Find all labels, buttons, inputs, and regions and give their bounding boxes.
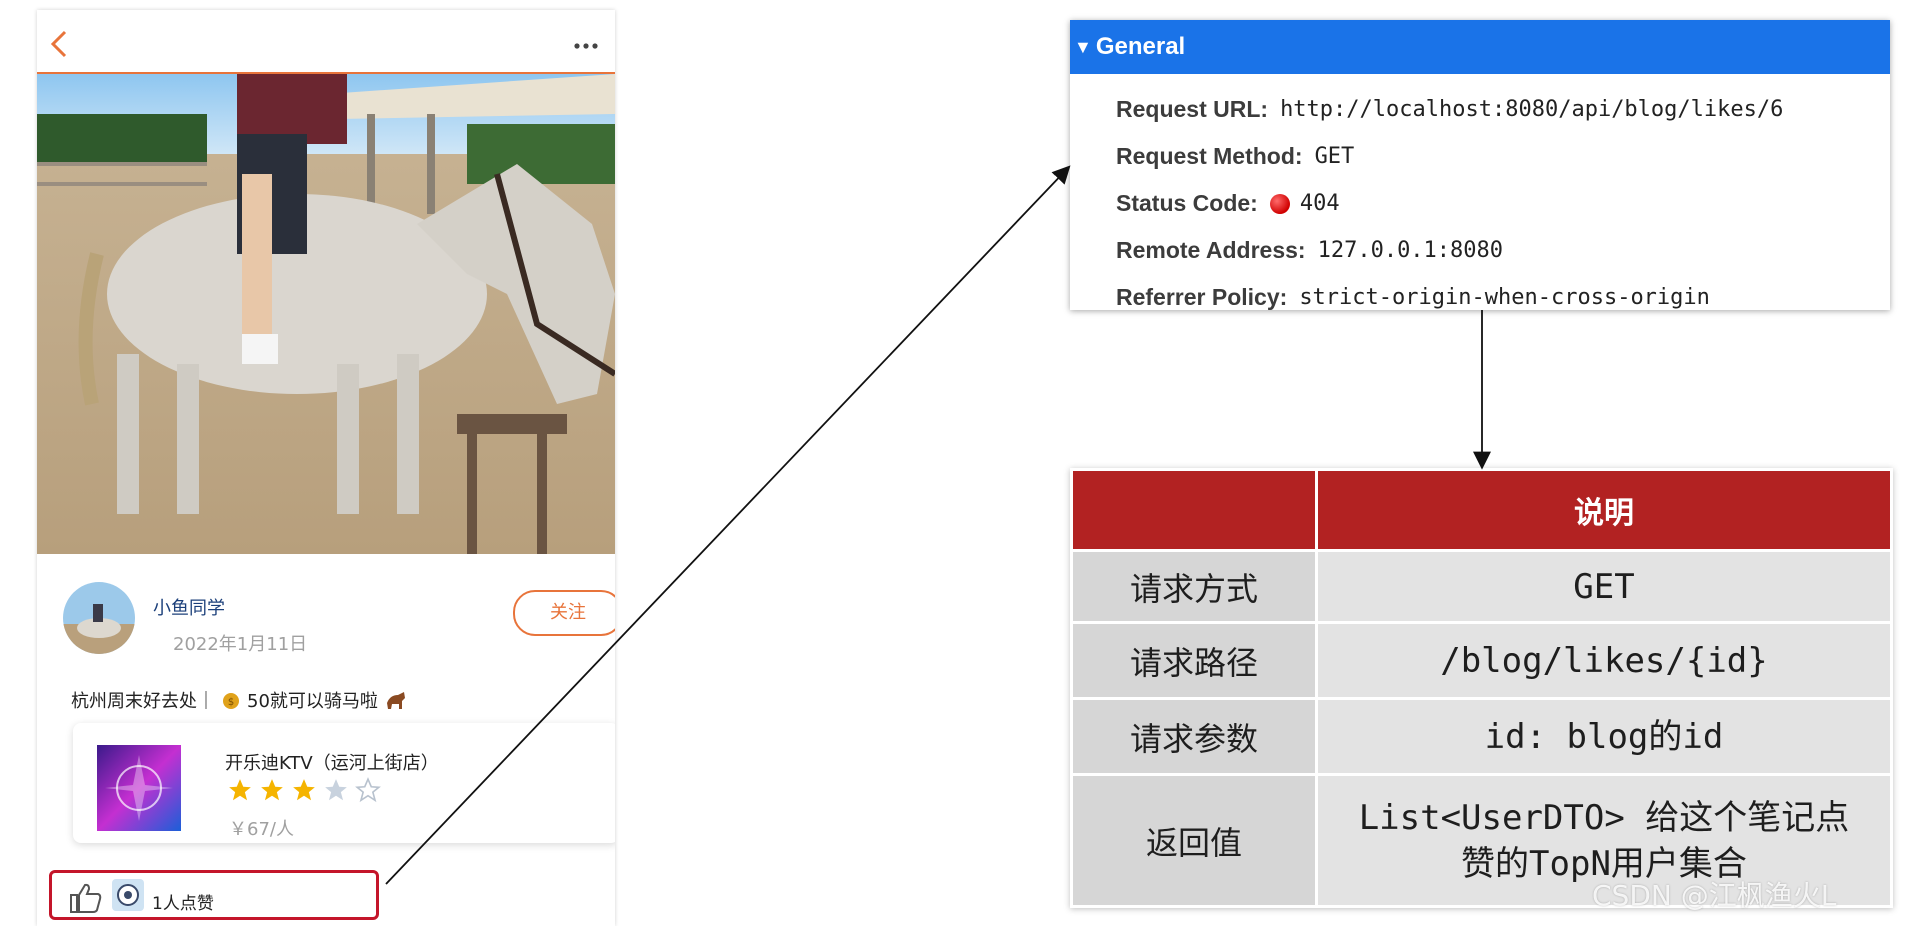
top-nav-bar [37, 10, 615, 74]
star-empty-icon [325, 779, 347, 801]
remote-address-row: Remote Address: 127.0.0.1:8080 [1116, 237, 1503, 264]
row-key: Referrer Policy: [1116, 284, 1288, 310]
liker-avatar[interactable] [112, 879, 144, 911]
table-row: 请求路径 /blog/likes/{id} [1070, 621, 1893, 700]
row-key: Remote Address: [1116, 237, 1306, 263]
table-row: 请求参数 id: blog的id [1070, 697, 1893, 776]
likes-bar: 1人点赞 [49, 870, 379, 920]
shop-price: ￥67/人 [229, 819, 294, 840]
post-text: 杭州周末好去处｜ $ 50就可以骑马啦 [71, 687, 408, 713]
shop-name: 开乐迪KTV（运河上街店） [225, 753, 439, 774]
phone-blog-detail: 小鱼同学 2022年1月11日 关注 杭州周末好去处｜ $ 50就可以骑马啦 开… [37, 10, 615, 926]
star-empty-icon [355, 777, 381, 803]
row-label: 返回值 [1070, 773, 1318, 908]
svg-text:$: $ [228, 697, 234, 708]
general-section-header[interactable]: ▼ General [1070, 20, 1890, 74]
horse-icon [386, 692, 405, 709]
thumbs-up-icon[interactable] [68, 881, 104, 915]
row-value-line: List<UserDTO> 给这个笔记点 [1358, 797, 1850, 838]
row-value: /blog/likes/{id} [1315, 621, 1893, 700]
post-date: 2022年1月11日 [173, 634, 308, 655]
row-value: GET [1314, 144, 1355, 169]
general-title: General [1095, 33, 1186, 60]
status-error-dot-icon [1269, 193, 1290, 214]
table-header-cell [1070, 468, 1318, 552]
row-value: strict-origin-when-cross-origin [1299, 285, 1710, 310]
author-name[interactable]: 小鱼同学 [153, 594, 225, 620]
row-value[interactable]: http://localhost:8080/api/blog/likes/6 [1280, 97, 1783, 122]
back-arrow-icon[interactable] [45, 26, 75, 62]
request-method-row: Request Method: GET [1116, 143, 1354, 170]
request-url-row: Request URL: http://localhost:8080/api/b… [1116, 96, 1783, 123]
blog-photo[interactable] [37, 74, 615, 554]
api-spec-table: 说明 请求方式 GET 请求路径 /blog/likes/{id} 请求参数 i… [1070, 468, 1893, 908]
row-value: id: blog的id [1315, 697, 1893, 776]
table-header-row: 说明 [1070, 468, 1893, 552]
likes-count: 1人点赞 [152, 894, 214, 914]
row-key: Request Method: [1116, 143, 1303, 169]
follow-button[interactable]: 关注 [513, 590, 615, 636]
row-key: Status Code: [1116, 190, 1258, 216]
table-header-cell: 说明 [1315, 468, 1893, 552]
row-label: 请求路径 [1070, 621, 1318, 700]
row-value: GET [1315, 549, 1893, 624]
star-filled-icon [293, 779, 315, 801]
row-label: 请求方式 [1070, 549, 1318, 624]
csdn-watermark: CSDN @江枫渔火L [1592, 879, 1837, 912]
shop-card[interactable]: 开乐迪KTV（运河上街店） ￥67/人 [73, 723, 615, 843]
shop-logo [97, 745, 181, 831]
author-row: 小鱼同学 2022年1月11日 关注 [63, 582, 615, 662]
row-key: Request URL: [1116, 96, 1269, 122]
row-value: 404 [1299, 191, 1340, 216]
rating-stars [227, 777, 381, 803]
star-filled-icon [261, 779, 283, 801]
star-filled-icon [229, 779, 251, 801]
table-row: 请求方式 GET [1070, 549, 1893, 624]
money-bag-icon: $ [223, 693, 239, 709]
expand-triangle-icon: ▼ [1074, 37, 1092, 57]
referrer-policy-row: Referrer Policy: strict-origin-when-cros… [1116, 284, 1710, 311]
devtools-general-panel: ▼ General Request URL: http://localhost:… [1070, 20, 1890, 310]
author-avatar[interactable] [63, 582, 135, 654]
post-text-prefix: 杭州周末好去处｜ [71, 691, 215, 712]
row-label: 请求参数 [1070, 697, 1318, 776]
post-text-suffix: 50就可以骑马啦 [247, 691, 378, 712]
more-menu-icon[interactable] [569, 30, 603, 58]
status-code-row: Status Code: 404 [1116, 190, 1340, 217]
row-value: 127.0.0.1:8080 [1317, 238, 1504, 263]
